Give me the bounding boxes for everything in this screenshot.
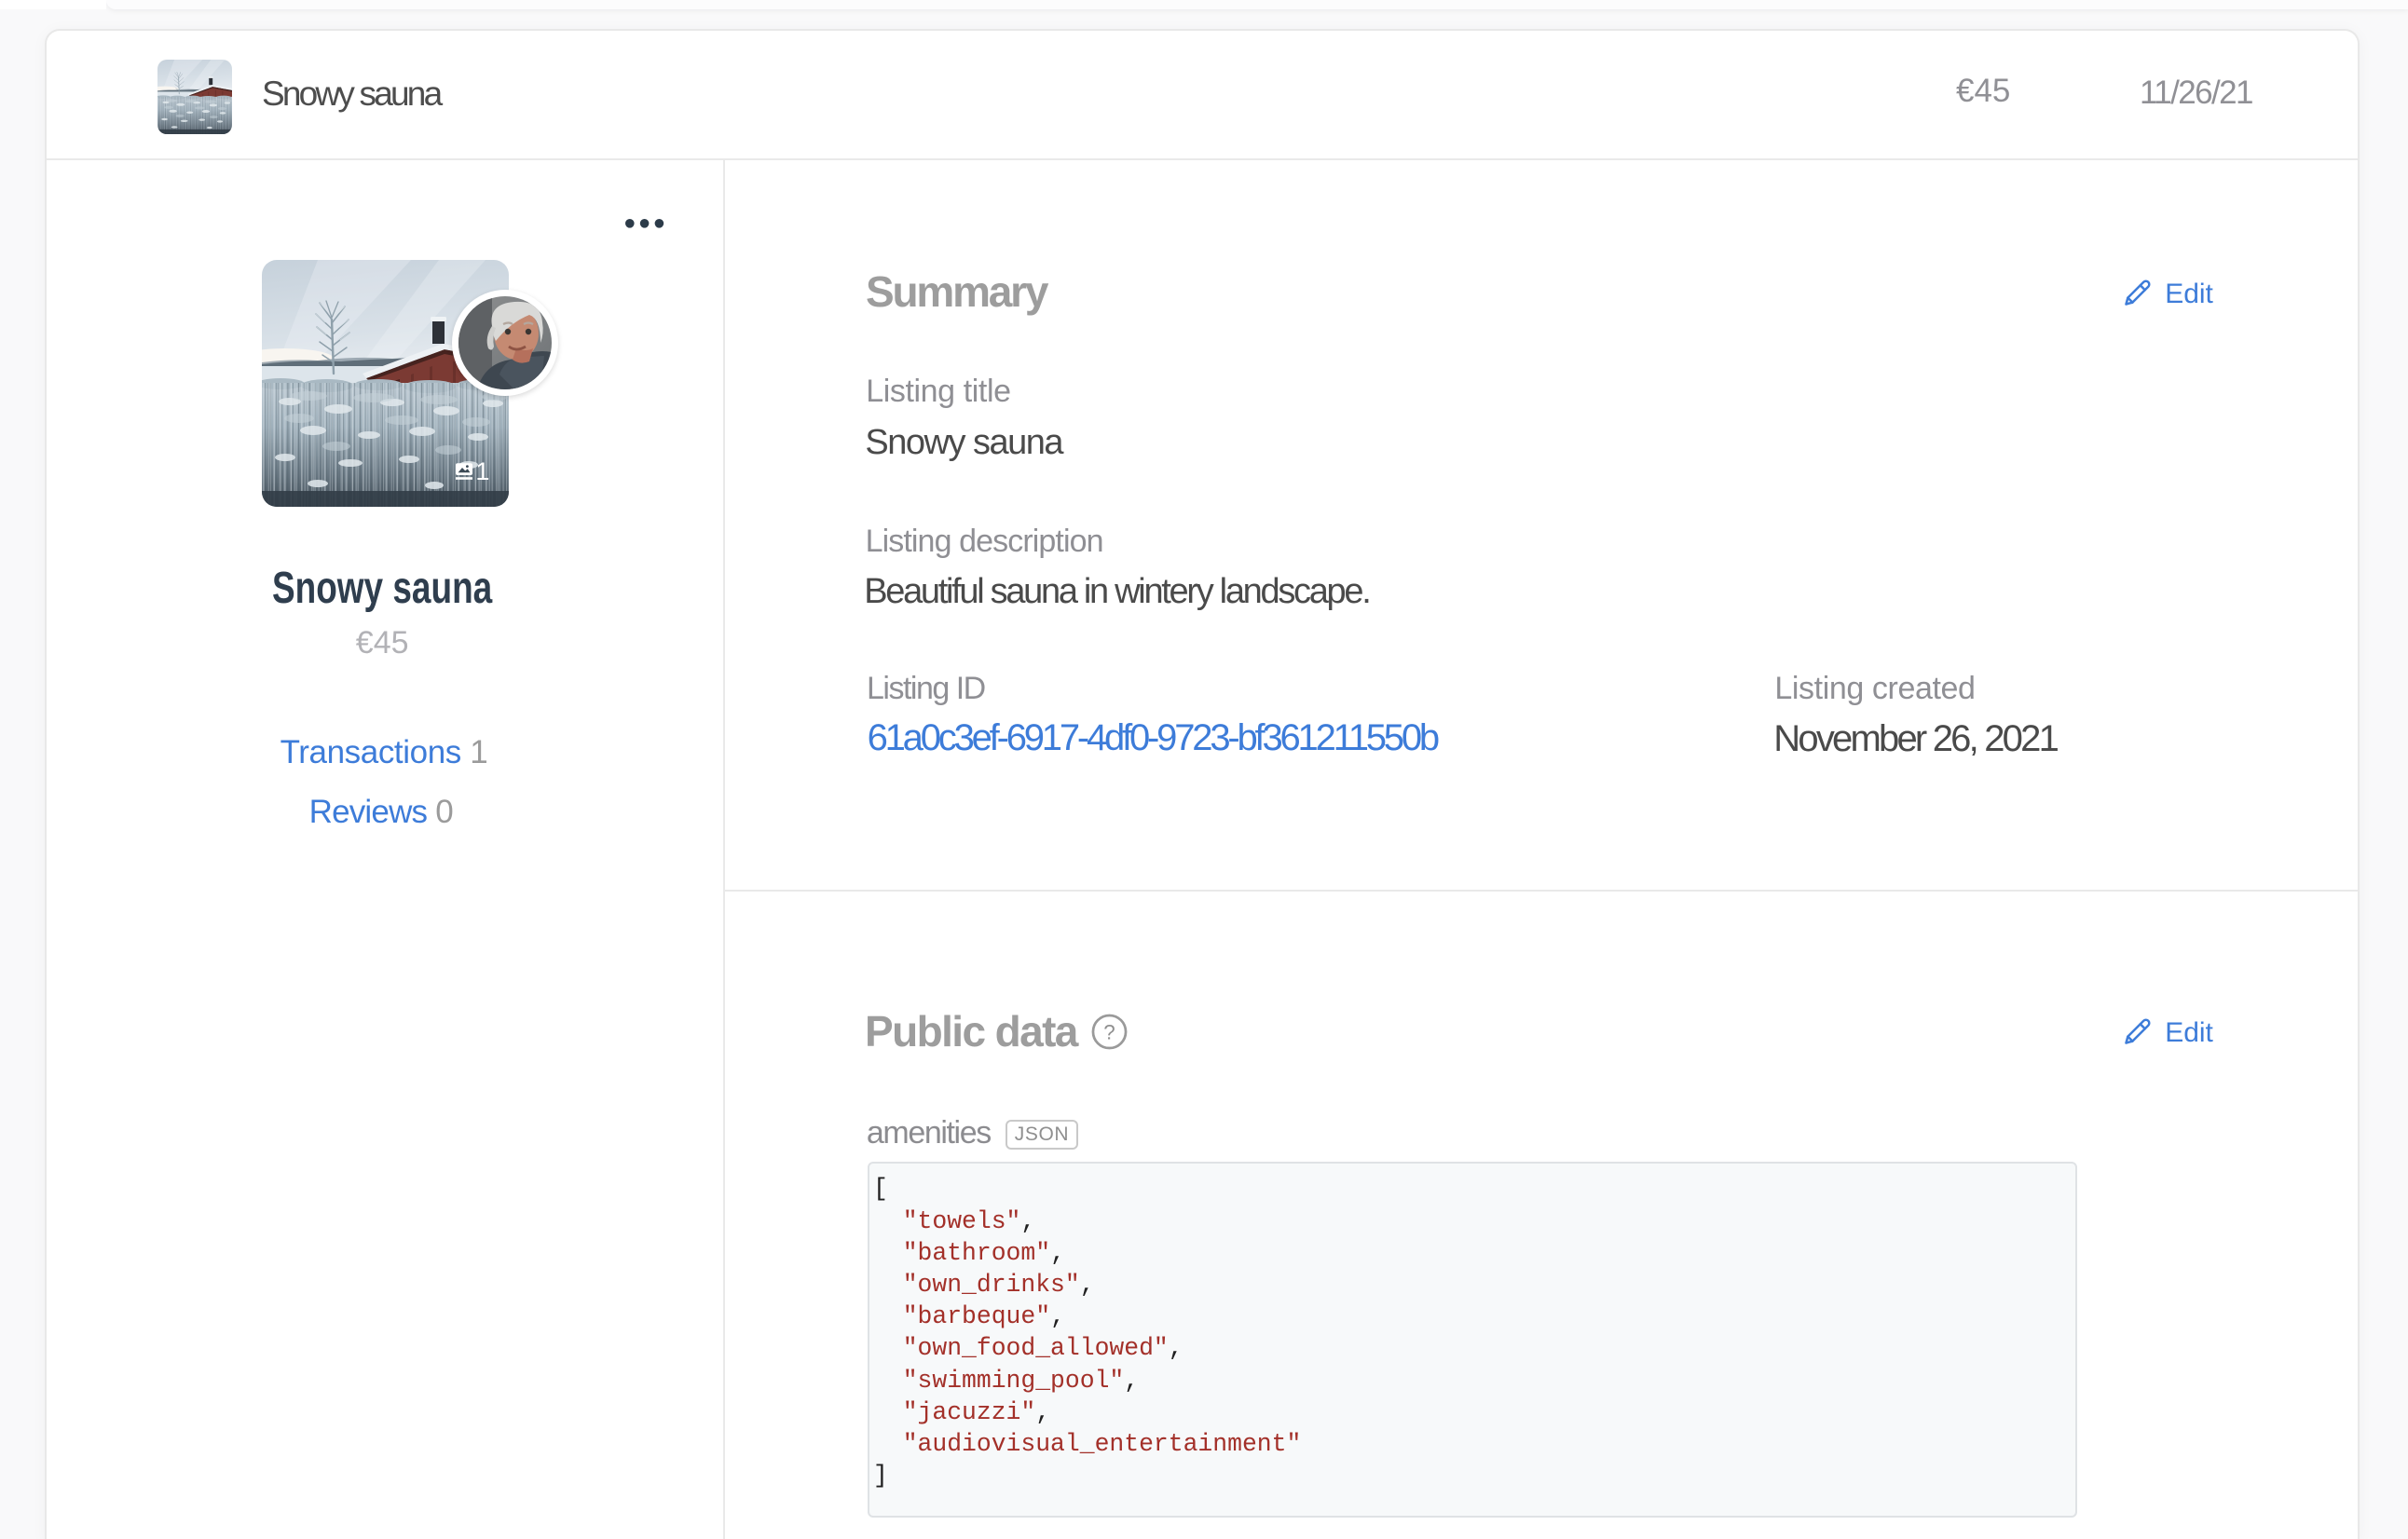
- svg-text:1: 1: [475, 457, 489, 485]
- svg-text:?: ?: [1103, 1020, 1115, 1043]
